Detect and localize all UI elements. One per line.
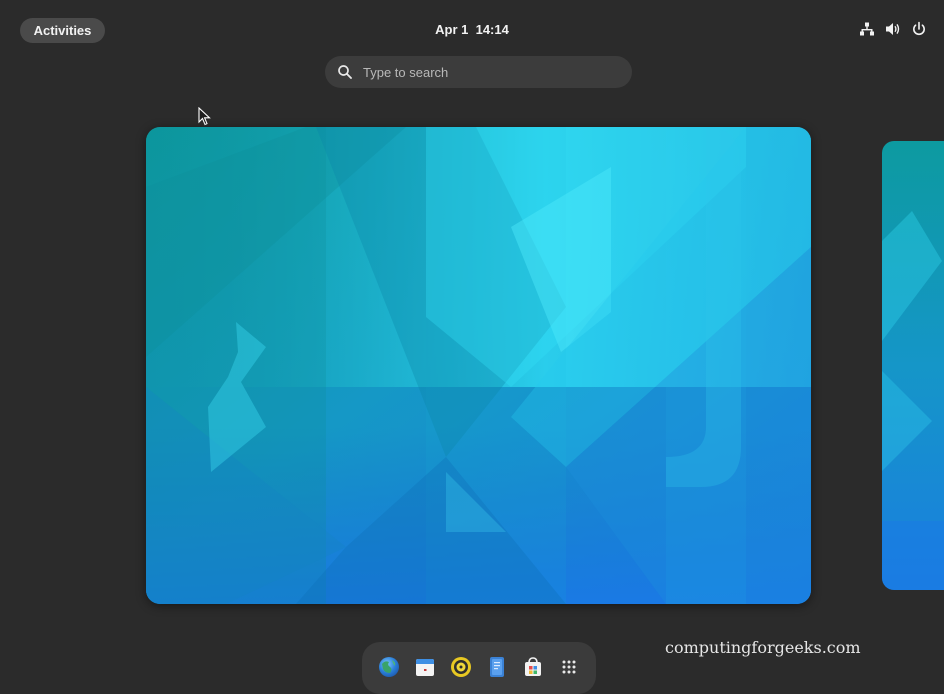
show-apps-grid-icon (558, 656, 580, 678)
network-wired-icon[interactable] (859, 21, 875, 37)
system-tray[interactable] (859, 21, 927, 37)
clock-date-time[interactable]: Apr 1 14:14 (0, 22, 944, 37)
desktop-wallpaper (146, 127, 811, 604)
volume-icon[interactable] (885, 21, 901, 37)
dash-item-firefox[interactable] (378, 656, 400, 678)
watermark-text: computingforgeeks.com (665, 638, 861, 657)
dash-item-calendar[interactable] (414, 656, 436, 678)
text-editor-icon (486, 656, 508, 678)
dash-item-software[interactable] (522, 656, 544, 678)
mouse-pointer-icon (198, 107, 212, 127)
rhythmbox-music-icon (450, 656, 472, 678)
workspace-thumbnail-next[interactable] (882, 141, 944, 590)
firefox-browser-icon (378, 656, 400, 678)
desktop-wallpaper-next (882, 141, 944, 590)
dash-item-show-apps[interactable] (558, 656, 580, 678)
dash-item-text-editor[interactable] (486, 656, 508, 678)
calendar-icon (414, 656, 436, 678)
dash (362, 642, 596, 694)
software-store-icon (522, 656, 544, 678)
workspace-thumbnail-current[interactable] (146, 127, 811, 604)
search-icon (337, 64, 353, 80)
power-icon[interactable] (911, 21, 927, 37)
top-bar: Activities Apr 1 14:14 (0, 0, 944, 60)
search-input[interactable] (363, 65, 613, 80)
dash-item-rhythmbox[interactable] (450, 656, 472, 678)
search-bar[interactable] (325, 56, 632, 88)
